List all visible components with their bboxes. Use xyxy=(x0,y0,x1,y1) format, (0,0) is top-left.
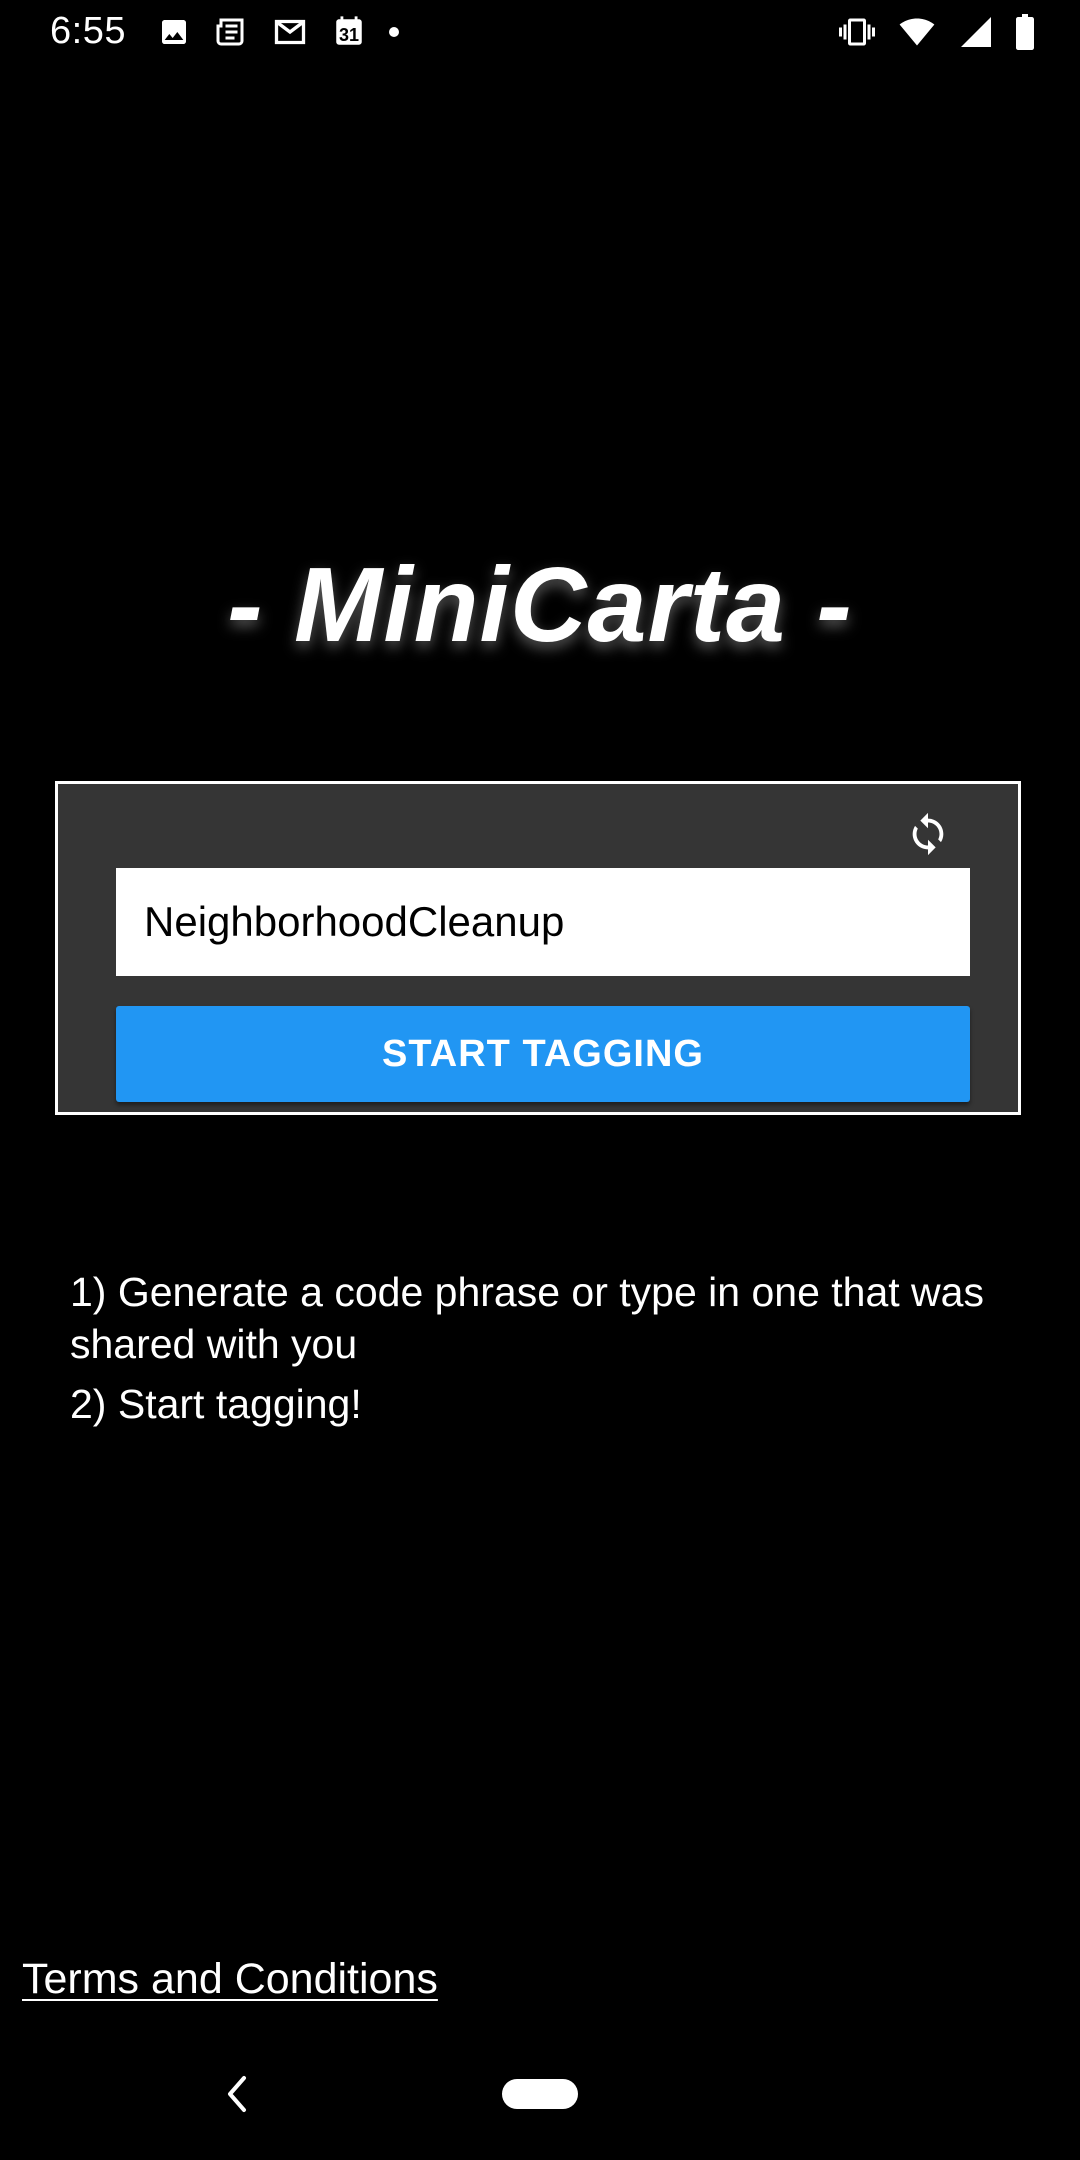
start-tagging-button[interactable]: START TAGGING xyxy=(116,1006,970,1102)
status-time: 6:55 xyxy=(50,10,126,52)
notification-icons: 31 xyxy=(158,14,400,50)
instruction-step-2: 2) Start tagging! xyxy=(70,1381,362,1427)
calendar-icon: 31 xyxy=(332,14,366,50)
instruction-step-1: 1) Generate a code phrase or type in one… xyxy=(70,1269,984,1367)
app-title: - MiniCarta - xyxy=(227,546,853,664)
home-pill-button[interactable] xyxy=(502,2079,578,2109)
system-icons xyxy=(838,14,1036,50)
image-icon xyxy=(162,20,186,44)
status-bar: 6:55 31 xyxy=(0,0,1080,66)
code-phrase-input[interactable] xyxy=(116,868,970,976)
wifi-icon xyxy=(899,18,935,46)
news-icon xyxy=(216,18,244,46)
vibrate-icon xyxy=(839,18,875,46)
signal-icon xyxy=(961,17,991,47)
terms-and-conditions-link[interactable]: Terms and Conditions xyxy=(22,1955,438,2004)
back-icon[interactable] xyxy=(222,2072,252,2116)
refresh-icon xyxy=(912,812,944,856)
generate-code-button[interactable] xyxy=(900,806,956,862)
code-phrase-card: START TAGGING xyxy=(55,781,1021,1115)
calendar-day: 31 xyxy=(338,25,360,45)
instructions: 1) Generate a code phrase or type in one… xyxy=(70,1266,1010,1438)
battery-icon xyxy=(1016,14,1034,50)
gmail-icon xyxy=(274,19,306,45)
app-screen: 6:55 31 - MiniCarta - NeighborhoodCleanu… xyxy=(0,0,1080,2160)
dot-icon xyxy=(389,27,399,37)
